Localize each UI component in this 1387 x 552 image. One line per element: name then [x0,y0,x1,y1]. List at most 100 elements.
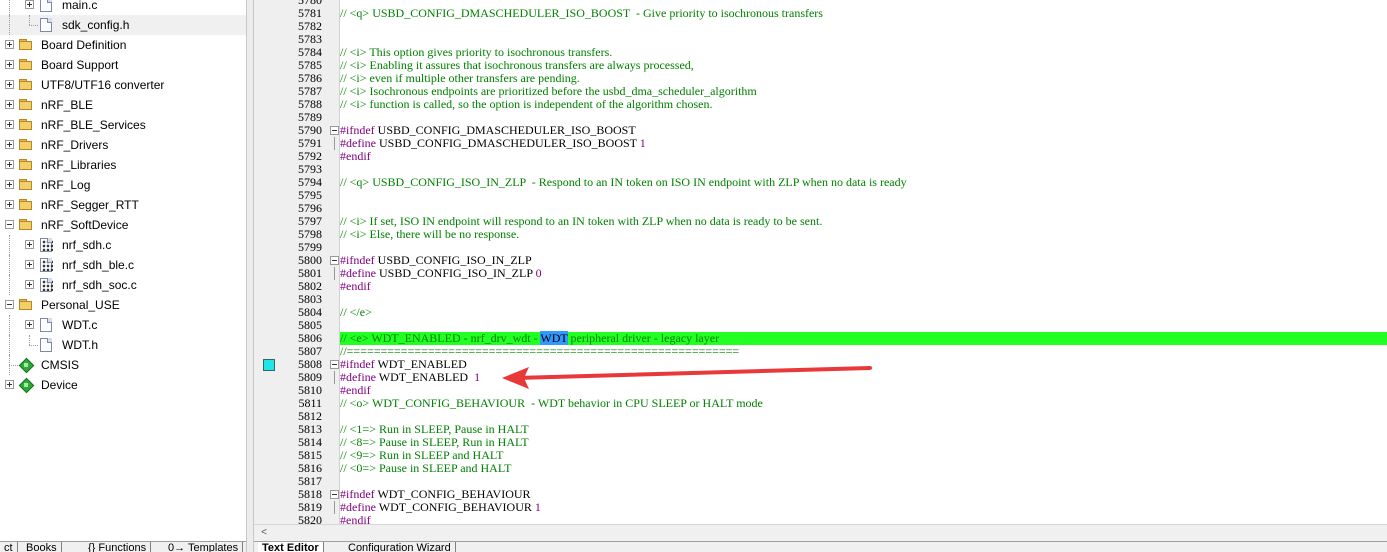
expand-plus-icon[interactable] [25,320,34,329]
tree-item[interactable]: Board Definition [0,35,246,55]
expand-plus-icon[interactable] [5,120,14,129]
library-file-icon [40,238,53,252]
code-token: // <8=> Pause in SLEEP, Run in HALT [340,435,529,449]
code-line[interactable]: 5791 #define USBD_CONFIG_DMASCHEDULER_ISO… [254,137,1387,150]
project-pane-tab[interactable]: Books [22,542,62,552]
tree-item[interactable]: CMSIS [0,355,246,375]
tree-item-label: nrf_sdh_ble.c [62,258,135,272]
code-token: #ifndef [340,253,378,267]
editor-tabs: Text Editor Configuration Wizard [254,541,1387,552]
code-line[interactable]: 5801 #define USBD_CONFIG_ISO_IN_ZLP 0 [254,267,1387,280]
code-text: // <i> Else, there will be no response. [340,228,1387,241]
tree-item[interactable]: nRF_BLE_Services [0,115,246,135]
code-line[interactable]: 5798// <i> Else, there will be no respon… [254,228,1387,241]
code-line[interactable]: 5794// <q> USBD_CONFIG_ISO_IN_ZLP - Resp… [254,176,1387,189]
code-text: #endif [340,280,1387,293]
tree-item[interactable]: UTF8/UTF16 converter [0,75,246,95]
expand-plus-icon[interactable] [5,60,14,69]
tree-item[interactable]: WDT.h [0,335,246,355]
tree-item[interactable]: main.c [0,0,246,15]
tree-item-label: nRF_Drivers [41,138,109,152]
fold-collapse-icon[interactable] [330,126,339,135]
expand-plus-icon[interactable] [5,380,14,389]
code-token: WDT_CONFIG_BEHAVIOUR [378,500,535,514]
code-line[interactable]: 5819 #define WDT_CONFIG_BEHAVIOUR 1 [254,501,1387,514]
tree-item[interactable]: nRF_Drivers [0,135,246,155]
file-icon [40,0,52,12]
expand-plus-icon[interactable] [25,0,34,9]
tree-item[interactable]: WDT.c [0,315,246,335]
tree-item-label: main.c [62,0,98,12]
code-line[interactable]: 5788// <i> function is called, so the op… [254,98,1387,111]
expand-plus-icon[interactable] [25,260,34,269]
editor-tab[interactable]: Text Editor [258,542,324,552]
tree-guide [9,15,10,35]
code-line[interactable]: 5820 #endif [254,514,1387,525]
folder-icon [19,78,33,92]
project-pane-tab[interactable]: {} Functions [84,542,152,552]
code-line[interactable]: 5809 #define WDT_ENABLED 1 [254,371,1387,384]
code-token: WDT_ENABLED [377,357,467,371]
expand-plus-icon[interactable] [25,240,34,249]
expand-plus-icon[interactable] [25,280,34,289]
scroll-left-arrow-icon[interactable]: < [258,528,270,538]
tree-guide [9,315,10,335]
horizontal-scrollbar[interactable]: < [254,524,1387,541]
tree-item[interactable]: nRF_BLE [0,95,246,115]
tree-item[interactable]: nrf_sdh_ble.c [0,255,246,275]
tree-item[interactable]: nRF_SoftDevice [0,215,246,235]
code-token: // <i> Isochronous endpoints are priorit… [340,84,757,98]
code-editor[interactable]: 5780 5781// <q> USBD_CONFIG_DMASCHEDULER_… [254,0,1387,524]
code-text: // <i> function is called, so the option… [340,98,1387,111]
code-line[interactable]: 5816// <0=> Pause in SLEEP and HALT [254,462,1387,475]
collapse-minus-icon[interactable] [5,220,14,229]
code-token: 1 [534,500,541,514]
code-text: #define USBD_CONFIG_ISO_IN_ZLP 0 [340,267,1387,280]
fold-collapse-icon[interactable] [330,490,339,499]
tree-item[interactable]: Device [0,375,246,395]
tree-item-label: nRF_Log [41,178,91,192]
tree-item[interactable]: sdk_config.h [0,15,246,35]
code-text: // <o> WDT_CONFIG_BEHAVIOUR - WDT behavi… [340,397,1387,410]
code-token: //======================================… [340,344,740,358]
code-line[interactable]: 5804// </e> [254,306,1387,319]
tree-guide [9,255,10,275]
fold-collapse-icon[interactable] [330,256,339,265]
code-line[interactable]: 5795 [254,189,1387,202]
expand-plus-icon[interactable] [5,100,14,109]
code-token: #endif [340,279,371,293]
editor-tab[interactable]: Configuration Wizard [344,542,456,552]
tree-item[interactable]: Board Support [0,55,246,75]
expand-plus-icon[interactable] [5,80,14,89]
expand-plus-icon[interactable] [5,140,14,149]
tree-item[interactable]: nRF_Log [0,175,246,195]
expand-plus-icon[interactable] [5,40,14,49]
code-text: // <q> USBD_CONFIG_ISO_IN_ZLP - Respond … [340,176,1387,189]
component-icon [19,358,33,372]
code-line[interactable]: 5792 #endif [254,150,1387,163]
folder-icon [19,298,33,312]
code-line[interactable]: 5802 #endif [254,280,1387,293]
tree-item[interactable]: nrf_sdh.c [0,235,246,255]
code-line[interactable]: 5803 [254,293,1387,306]
tree-item[interactable]: nRF_Segger_RTT [0,195,246,215]
tree-item[interactable]: Personal_USE [0,295,246,315]
code-line[interactable]: 5781// <q> USBD_CONFIG_DMASCHEDULER_ISO_… [254,7,1387,20]
expand-plus-icon[interactable] [5,160,14,169]
code-line[interactable]: 5811// <o> WDT_CONFIG_BEHAVIOUR - WDT be… [254,397,1387,410]
code-line[interactable]: 5782 [254,20,1387,33]
tree-item[interactable]: nrf_sdh_soc.c [0,275,246,295]
code-token: // <i> even if multiple other transfers … [340,71,580,85]
tree-item[interactable]: nRF_Libraries [0,155,246,175]
project-pane-tab[interactable]: ct [0,542,18,552]
code-token: // <0=> Pause in SLEEP and HALT [340,461,512,475]
expand-plus-icon[interactable] [5,200,14,209]
project-tree-pane[interactable]: main.c sdk_config.h Board Definition Board … [0,0,246,541]
folder-icon [19,118,33,132]
fold-collapse-icon[interactable] [330,360,339,369]
expand-plus-icon[interactable] [5,180,14,189]
pane-splitter[interactable] [246,0,254,552]
collapse-minus-icon[interactable] [5,300,14,309]
project-pane-tab[interactable]: 0→ Templates [164,542,244,552]
tree-item-label: nrf_sdh.c [62,238,112,252]
